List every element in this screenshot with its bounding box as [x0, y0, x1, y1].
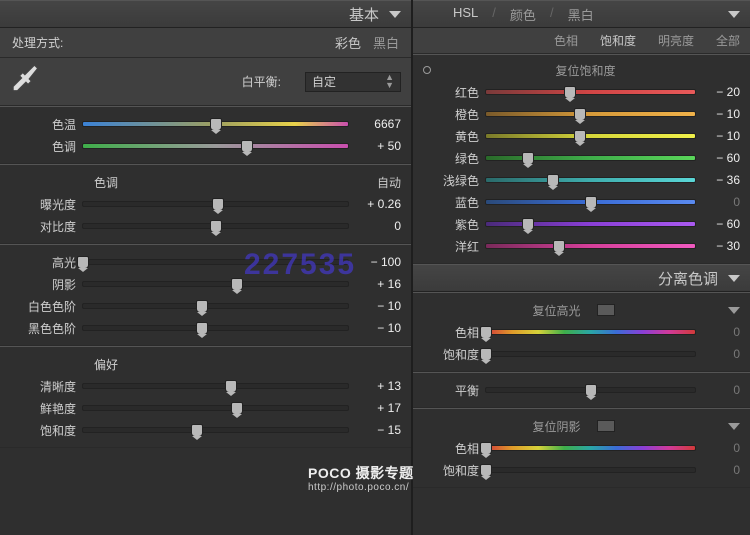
dropdown-arrows-icon: ▲▼ [385, 74, 394, 89]
tab-saturation[interactable]: 饱和度 [600, 32, 636, 49]
sh-color-swatch[interactable] [597, 420, 615, 432]
slider-knob[interactable] [480, 442, 492, 455]
watermark-text: 227535 [244, 248, 356, 282]
slider-knob[interactable] [480, 464, 492, 477]
slider-knob[interactable] [212, 198, 224, 211]
whites-slider[interactable]: 白色色阶 − 10 [10, 295, 401, 317]
chevron-down-icon[interactable] [728, 423, 740, 430]
temperature-slider[interactable]: 色温 6667 [10, 113, 401, 135]
hl-hue-slider[interactable]: 色相 0 [423, 321, 740, 343]
basic-panel-header[interactable]: 基本 [0, 0, 411, 28]
wb-sliders: 色温 6667 色调 + 50 [0, 106, 411, 164]
slider-knob[interactable] [191, 424, 203, 437]
sat-purple-slider[interactable]: 紫色 − 60 [423, 213, 740, 235]
hsl-panel-header[interactable]: HSL / 颜色 / 黑白 [413, 0, 750, 28]
hl-sat-slider[interactable]: 饱和度 0 [423, 343, 740, 365]
slider-knob[interactable] [585, 196, 597, 209]
hsl-saturation-sliders: 复位饱和度 红色 − 20 橙色 − 10 黄色 − 10 绿色 − 60 [413, 54, 750, 264]
sh-hue-slider[interactable]: 色相 0 [423, 437, 740, 459]
exposure-slider[interactable]: 曝光度 + 0.26 [10, 193, 401, 215]
hsl-tab-bw[interactable]: 黑白 [568, 5, 594, 24]
slider-knob[interactable] [547, 174, 559, 187]
hsl-tab-color[interactable]: 颜色 [510, 5, 536, 24]
tint-slider[interactable]: 色调 + 50 [10, 135, 401, 157]
collapse-triangle-icon[interactable] [389, 11, 401, 18]
wb-eyedropper-icon[interactable] [10, 62, 48, 102]
balance-slider[interactable]: 平衡 0 [423, 379, 740, 401]
presence-section: 偏好 清晰度 + 13 鲜艳度 + 17 饱和度 − 15 [0, 346, 411, 448]
lightroom-develop-panels: 基本 处理方式: 彩色 黑白 白平衡: 自定 ▲▼ 色温 6667 [0, 0, 750, 535]
hsl-tab-hsl[interactable]: HSL [453, 5, 478, 24]
treatment-label: 处理方式: [12, 34, 63, 51]
slider-knob[interactable] [522, 152, 534, 165]
split-balance: 平衡 0 [413, 372, 750, 408]
collapse-triangle-icon[interactable] [728, 11, 740, 18]
presence-heading: 偏好 [10, 353, 401, 375]
chevron-down-icon[interactable] [728, 307, 740, 314]
saturation-slider[interactable]: 饱和度 − 15 [10, 419, 401, 441]
right-column: HSL / 颜色 / 黑白 色相 饱和度 明亮度 全部 复位饱和度 红色 − 2… [413, 0, 750, 535]
split-toning-header[interactable]: 分离色调 [413, 264, 750, 292]
treatment-bw[interactable]: 黑白 [373, 33, 399, 52]
slider-knob[interactable] [574, 108, 586, 121]
sat-blue-slider[interactable]: 蓝色 0 [423, 191, 740, 213]
tat-radio-icon[interactable] [423, 66, 431, 74]
slider-knob[interactable] [564, 86, 576, 99]
slider-knob[interactable] [77, 256, 89, 269]
split-sh-heading: 复位阴影 [423, 415, 740, 437]
tab-luminance[interactable]: 明亮度 [658, 32, 694, 49]
tone-section: 色调 自动 曝光度 + 0.26 对比度 0 [0, 164, 411, 244]
wb-label: 白平衡: [242, 73, 281, 90]
wb-mode-value: 自定 [312, 73, 336, 90]
slider-knob[interactable] [196, 300, 208, 313]
slider-knob[interactable] [225, 380, 237, 393]
tab-hue[interactable]: 色相 [554, 32, 578, 49]
hsl-subtabs: 色相 饱和度 明亮度 全部 [413, 28, 750, 54]
tab-all[interactable]: 全部 [716, 32, 740, 49]
blacks-slider[interactable]: 黑色色阶 − 10 [10, 317, 401, 339]
sh-sat-slider[interactable]: 饱和度 0 [423, 459, 740, 481]
slider-knob[interactable] [553, 240, 565, 253]
sat-magenta-slider[interactable]: 洋红 − 30 [423, 235, 740, 257]
sat-yellow-slider[interactable]: 黄色 − 10 [423, 125, 740, 147]
slider-knob[interactable] [231, 402, 243, 415]
slider-knob[interactable] [231, 278, 243, 291]
white-balance-row: 白平衡: 自定 ▲▼ [0, 58, 411, 106]
wb-mode-dropdown[interactable]: 自定 ▲▼ [305, 72, 401, 92]
sat-red-slider[interactable]: 红色 − 20 [423, 81, 740, 103]
slider-knob[interactable] [574, 130, 586, 143]
treatment-row: 处理方式: 彩色 黑白 [0, 28, 411, 58]
split-hl-heading: 复位高光 [423, 299, 740, 321]
slider-knob[interactable] [210, 118, 222, 131]
split-highlights: 复位高光 色相 0 饱和度 0 [413, 292, 750, 372]
slider-knob[interactable] [522, 218, 534, 231]
slider-knob[interactable] [196, 322, 208, 335]
vibrance-slider[interactable]: 鲜艳度 + 17 [10, 397, 401, 419]
hsl-reset-heading: 复位饱和度 [423, 59, 740, 81]
slider-knob[interactable] [585, 384, 597, 397]
sat-orange-slider[interactable]: 橙色 − 10 [423, 103, 740, 125]
slider-knob[interactable] [480, 348, 492, 361]
auto-tone-button[interactable]: 自动 [377, 174, 401, 191]
sat-aqua-slider[interactable]: 浅绿色 − 36 [423, 169, 740, 191]
panel-title: 基本 [349, 4, 379, 25]
sat-green-slider[interactable]: 绿色 − 60 [423, 147, 740, 169]
collapse-triangle-icon[interactable] [728, 275, 740, 282]
slider-knob[interactable] [210, 220, 222, 233]
tone-heading: 色调 自动 [10, 171, 401, 193]
treatment-color[interactable]: 彩色 [335, 33, 361, 52]
panel-title: 分离色调 [658, 268, 718, 289]
clarity-slider[interactable]: 清晰度 + 13 [10, 375, 401, 397]
slider-knob[interactable] [241, 140, 253, 153]
hl-color-swatch[interactable] [597, 304, 615, 316]
slider-knob[interactable] [480, 326, 492, 339]
poco-watermark: POCO 摄影专题 http://photo.poco.cn/ [308, 463, 414, 493]
split-shadows: 复位阴影 色相 0 饱和度 0 [413, 408, 750, 488]
contrast-slider[interactable]: 对比度 0 [10, 215, 401, 237]
